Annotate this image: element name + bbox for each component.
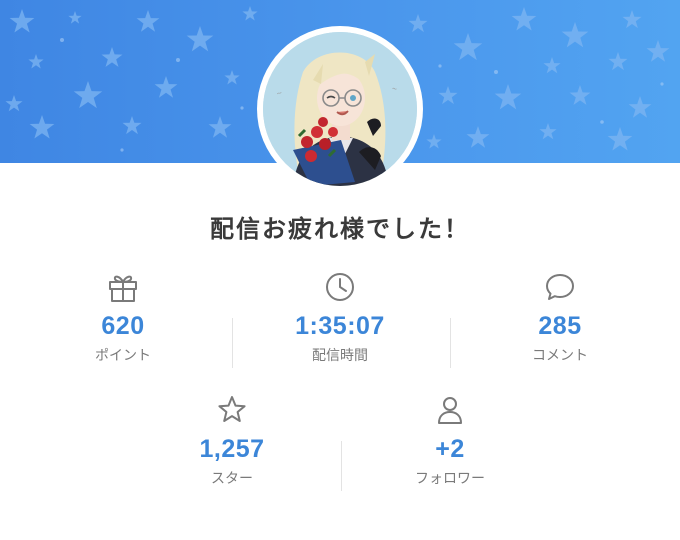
stat-divider: [341, 441, 342, 491]
followers-label: フォロワー: [415, 471, 485, 487]
stat-divider: [232, 318, 233, 368]
avatar-illustration: ~ ~: [263, 32, 417, 186]
stat-points: 620 ポイント: [33, 270, 213, 365]
duration-label: 配信時間: [312, 348, 368, 364]
user-icon: [438, 397, 462, 424]
points-label: ポイント: [95, 348, 151, 364]
stat-comments: 285 コメント: [470, 270, 650, 365]
comments-label: コメント: [532, 348, 588, 364]
stat-duration: 1:35:07 配信時間: [250, 270, 430, 365]
stat-followers: +2 フォロワー: [360, 393, 540, 488]
star-icon: [218, 396, 246, 422]
clock-icon: [326, 273, 354, 301]
points-value: 620: [101, 312, 145, 340]
comments-value: 285: [538, 312, 582, 340]
followers-value: +2: [435, 435, 465, 463]
gift-icon: [109, 275, 137, 302]
comment-icon: [546, 274, 574, 300]
stars-label: スター: [211, 471, 253, 487]
stars-value: 1,257: [199, 435, 265, 463]
stat-divider: [450, 318, 451, 368]
duration-value: 1:35:07: [295, 312, 385, 340]
avatar[interactable]: ~ ~: [263, 32, 417, 186]
stat-stars: 1,257 スター: [142, 393, 322, 488]
page-title: 配信お疲れ様でした！: [210, 215, 470, 243]
